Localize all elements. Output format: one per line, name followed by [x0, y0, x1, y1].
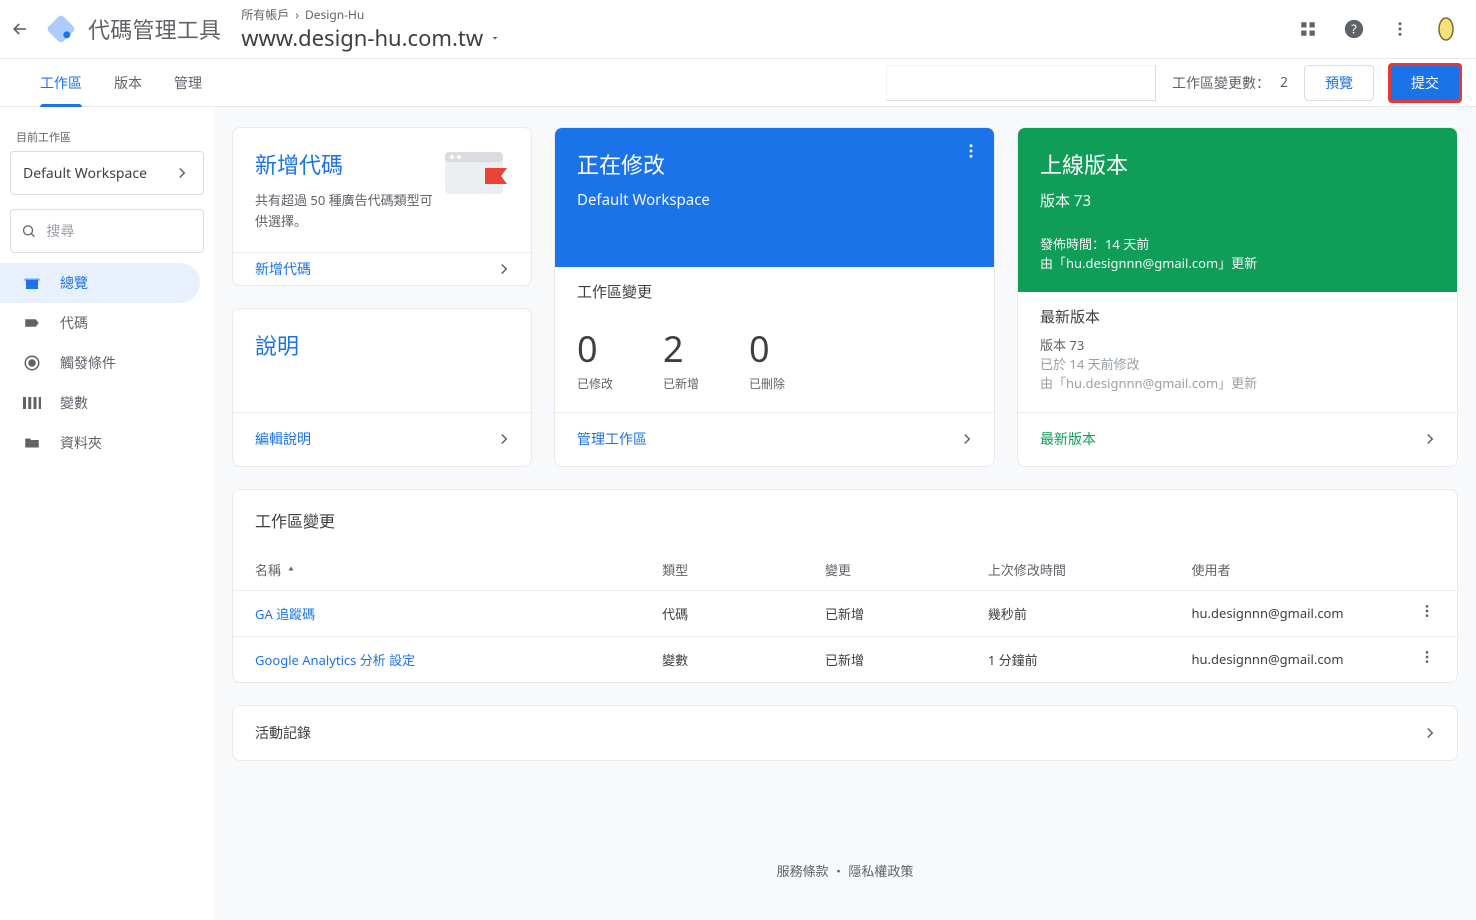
col-type[interactable]: 類型: [662, 560, 825, 579]
container-dropdown[interactable]: www.design-hu.com.tw: [241, 23, 501, 53]
apps-grid-icon[interactable]: [1296, 17, 1320, 41]
chevron-right-icon: [958, 430, 976, 448]
new-tag-illustration-icon: [439, 148, 509, 232]
row-change: 已新增: [825, 650, 988, 669]
tag-manager-logo-icon: [46, 14, 76, 44]
row-last-modified: 1 分鐘前: [988, 650, 1192, 669]
new-tag-desc: 共有超過 50 種廣告代碼類型可供選擇。: [255, 190, 439, 232]
manage-workspace-action[interactable]: 管理工作區: [555, 412, 994, 466]
row-type: 代碼: [662, 604, 825, 623]
col-change[interactable]: 變更: [825, 560, 988, 579]
col-last-modified[interactable]: 上次修改時間: [988, 560, 1192, 579]
new-tag-card: 新增代碼 共有超過 50 種廣告代碼類型可供選擇。 新增代碼: [232, 127, 532, 286]
overview-icon: [22, 273, 42, 293]
now-editing-card: 正在修改 Default Workspace 工作區變更 0 已修改: [554, 127, 995, 467]
search-input[interactable]: [46, 223, 193, 239]
latest-by: 由「hu.designnn@gmail.com」更新: [1040, 373, 1435, 392]
tab-admin[interactable]: 管理: [158, 59, 218, 107]
description-title: 說明: [255, 329, 299, 382]
tabbar-search-box[interactable]: [886, 65, 1156, 101]
row-user: hu.designnn@gmail.com: [1191, 604, 1395, 622]
table-row[interactable]: Google Analytics 分析 設定 變數 已新增 1 分鐘前 hu.d…: [233, 636, 1457, 682]
workspace-change-count: 工作區變更數： 2: [1172, 73, 1288, 93]
now-editing-workspace: Default Workspace: [577, 190, 972, 210]
col-user[interactable]: 使用者: [1191, 560, 1395, 579]
table-row[interactable]: GA 追蹤碼 代碼 已新增 幾秒前 hu.designnn@gmail.com: [233, 590, 1457, 636]
sort-arrow-up-icon: [285, 564, 297, 576]
row-change: 已新增: [825, 604, 988, 623]
breadcrumb-container[interactable]: Design-Hu: [305, 6, 364, 23]
live-by-line: 由「hu.designnn@gmail.com」更新: [1040, 253, 1435, 272]
row-type: 變數: [662, 650, 825, 669]
chevron-right-icon: [495, 430, 513, 448]
latest-version: 版本 73: [1040, 335, 1435, 354]
workspace-name: Default Workspace: [23, 164, 147, 183]
row-name[interactable]: Google Analytics 分析 設定: [255, 650, 662, 669]
footer: 服務條款 ・ 隱私權政策: [232, 861, 1458, 880]
account-avatar-icon[interactable]: [1434, 17, 1458, 41]
workspace-changes-card: 工作區變更 名稱 類型 變更 上次修改時間 使用者 GA 追蹤碼 代碼 已新增 …: [232, 489, 1458, 683]
row-menu-icon[interactable]: [1419, 649, 1435, 665]
search-icon: [21, 222, 36, 240]
nav-overview[interactable]: 總覽: [0, 263, 200, 303]
svg-text:?: ?: [1351, 20, 1357, 38]
chevron-right-icon: [495, 260, 513, 278]
now-editing-section-title: 工作區變更: [577, 281, 972, 302]
trigger-icon: [22, 353, 42, 373]
chevron-right-icon: [1421, 724, 1439, 742]
stat-added: 2 已新增: [663, 324, 699, 392]
latest-modified: 已於 14 天前修改: [1040, 354, 1435, 373]
nav-triggers[interactable]: 觸發條件: [0, 343, 200, 383]
row-name[interactable]: GA 追蹤碼: [255, 604, 662, 623]
activity-title: 活動記錄: [255, 723, 311, 743]
variable-icon: [22, 393, 42, 413]
back-arrow-icon[interactable]: [8, 17, 32, 41]
stat-modified: 0 已修改: [577, 324, 613, 392]
preview-button[interactable]: 預覽: [1304, 65, 1374, 101]
live-version-line: 版本 73: [1040, 190, 1435, 211]
latest-section-title: 最新版本: [1040, 306, 1435, 327]
nav-variables[interactable]: 變數: [0, 383, 200, 423]
brand-name: 代碼管理工具: [88, 13, 221, 45]
submit-button[interactable]: 提交: [1390, 65, 1460, 101]
new-tag-action[interactable]: 新增代碼: [233, 252, 531, 285]
card-menu-icon[interactable]: [962, 142, 980, 160]
row-user: hu.designnn@gmail.com: [1191, 650, 1395, 668]
current-workspace-label: 目前工作區: [0, 119, 214, 151]
workspace-changes-title: 工作區變更: [233, 490, 1457, 550]
tab-workspace[interactable]: 工作區: [24, 59, 98, 107]
live-published-line: 發佈時間：14 天前: [1040, 234, 1435, 253]
row-menu-icon[interactable]: [1419, 603, 1435, 619]
latest-version-action[interactable]: 最新版本: [1018, 412, 1457, 466]
now-editing-title: 正在修改: [577, 148, 972, 180]
tab-versions[interactable]: 版本: [98, 59, 158, 107]
breadcrumb-accounts[interactable]: 所有帳戶: [241, 6, 289, 23]
chevron-right-icon: [173, 164, 191, 182]
workspace-selector[interactable]: Default Workspace: [10, 151, 204, 195]
nav-folders[interactable]: 資料夾: [0, 423, 200, 463]
col-name[interactable]: 名稱: [255, 560, 281, 579]
breadcrumb: 所有帳戶 › Design-Hu: [241, 6, 501, 23]
activity-card[interactable]: 活動記錄: [232, 705, 1458, 761]
chevron-right-icon: [1421, 430, 1439, 448]
more-vert-icon[interactable]: [1388, 17, 1412, 41]
live-version-card: 上線版本 版本 73 發佈時間：14 天前 由「hu.designnn@gmai…: [1017, 127, 1458, 467]
footer-privacy-link[interactable]: 隱私權政策: [848, 862, 913, 880]
search-box[interactable]: [10, 209, 204, 253]
footer-terms-link[interactable]: 服務條款: [777, 862, 829, 880]
tag-icon: [22, 313, 42, 333]
stat-deleted: 0 已刪除: [749, 324, 785, 392]
live-title: 上線版本: [1040, 148, 1435, 180]
row-last-modified: 幾秒前: [988, 604, 1192, 623]
description-card: 說明 編輯說明: [232, 308, 532, 467]
folder-icon: [22, 433, 42, 453]
edit-description-action[interactable]: 編輯說明: [233, 412, 531, 466]
nav-tags[interactable]: 代碼: [0, 303, 200, 343]
dropdown-caret-icon: [489, 32, 501, 44]
container-name: www.design-hu.com.tw: [241, 23, 483, 53]
help-icon[interactable]: ?: [1342, 17, 1366, 41]
new-tag-title: 新增代碼: [255, 148, 439, 180]
